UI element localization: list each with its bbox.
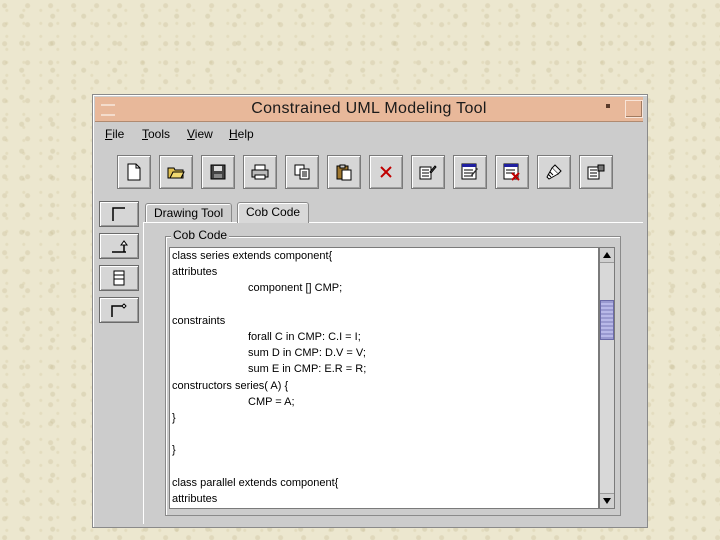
properties-icon: [419, 165, 437, 180]
minimize-button[interactable]: [603, 101, 617, 115]
tab-bar: Drawing Tool Cob Code: [145, 202, 641, 223]
code-line: forall C in CMP: C.I = I;: [248, 331, 361, 343]
window-title: Constrained UML Modeling Tool: [251, 100, 487, 117]
remove-button[interactable]: [495, 155, 529, 189]
open-button[interactable]: [159, 155, 193, 189]
tab-drawing-tool[interactable]: Drawing Tool: [145, 203, 233, 222]
maximize-button[interactable]: [625, 100, 643, 118]
association-tool-icon: [111, 303, 127, 317]
settings-icon: [587, 164, 605, 180]
class-tool-icon: [112, 207, 125, 221]
code-line: }: [172, 412, 176, 424]
code-line: component [] CMP;: [248, 282, 343, 295]
new-icon: [127, 163, 141, 181]
arrow-down-icon: [603, 498, 611, 504]
scroll-thumb[interactable]: [600, 300, 614, 340]
menu-view[interactable]: View: [187, 127, 213, 141]
code-line: class parallel extends component{: [172, 476, 339, 489]
print-icon: [251, 164, 269, 180]
arrow-up-icon: [603, 252, 611, 258]
code-line: class series extends component{: [172, 250, 333, 262]
paste-button[interactable]: [327, 155, 361, 189]
code-text-area[interactable]: class series extends component{ attribute…: [169, 247, 599, 509]
attribute-tool-icon: [113, 270, 125, 286]
edit-button[interactable]: [453, 155, 487, 189]
properties-button[interactable]: [411, 155, 445, 189]
generalization-tool-button[interactable]: [99, 233, 139, 259]
generalization-tool-icon: [112, 240, 128, 253]
code-line: sum D in CMP: D.V = V;: [248, 347, 366, 360]
brush-button[interactable]: [537, 155, 571, 189]
open-icon: [167, 167, 185, 179]
copy-button[interactable]: [285, 155, 319, 189]
delete-button[interactable]: [369, 155, 403, 189]
menu-tools[interactable]: Tools: [142, 127, 170, 141]
class-tool-button[interactable]: [99, 201, 139, 227]
remove-icon: [503, 163, 520, 181]
copy-icon: [294, 164, 310, 180]
edit-icon: [461, 163, 478, 180]
menu-file[interactable]: File: [105, 127, 124, 141]
association-tool-button[interactable]: [99, 297, 139, 323]
app-window: Constrained UML Modeling Tool File Tools…: [92, 94, 648, 528]
scroll-down-button[interactable]: [600, 493, 614, 508]
paste-icon: [336, 164, 352, 180]
title-bar[interactable]: Constrained UML Modeling Tool: [95, 97, 643, 122]
save-icon: [210, 164, 226, 180]
code-line: CMP = A;: [248, 395, 295, 408]
code-line: constructors series( A) {: [172, 379, 289, 392]
attribute-tool-button[interactable]: [99, 265, 139, 291]
save-button[interactable]: [201, 155, 235, 189]
group-title: Cob Code: [171, 228, 230, 242]
print-button[interactable]: [243, 155, 277, 189]
code-line: attributes: [172, 266, 218, 279]
brush-icon: [546, 164, 562, 180]
diagram-tools: [95, 199, 143, 519]
code-line: attributes: [172, 493, 218, 505]
settings-button[interactable]: [579, 155, 613, 189]
toolbar: [95, 151, 643, 195]
code-line: sum E in CMP: E.R = R;: [248, 363, 367, 376]
code-line: constraints: [172, 314, 226, 327]
delete-icon: [380, 166, 392, 178]
menu-help[interactable]: Help: [229, 127, 254, 141]
menu-bar: File Tools View Help: [95, 123, 643, 145]
vertical-scrollbar[interactable]: [599, 247, 615, 509]
scroll-up-button[interactable]: [600, 248, 614, 263]
code-line: }: [172, 444, 176, 457]
new-button[interactable]: [117, 155, 151, 189]
tab-cob-code[interactable]: Cob Code: [237, 202, 310, 223]
